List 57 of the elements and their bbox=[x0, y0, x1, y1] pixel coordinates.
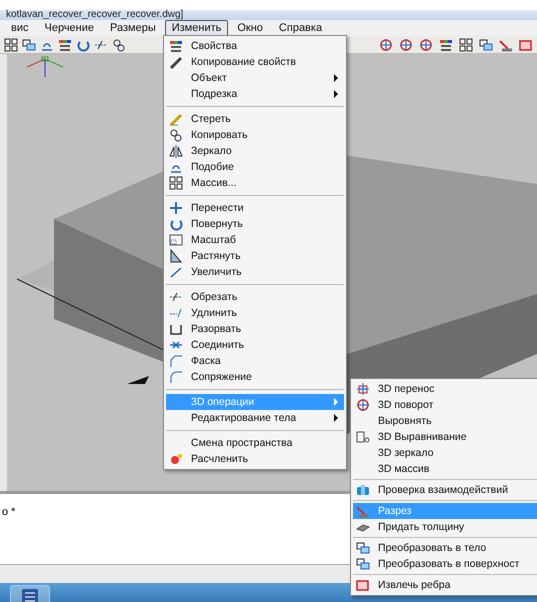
line-icon bbox=[169, 265, 183, 279]
menu-item[interactable]: Зеркало bbox=[166, 143, 344, 159]
trim-icon bbox=[169, 290, 183, 304]
command-line-text: о * bbox=[1, 505, 16, 520]
menu-item[interactable]: 3D зеркало bbox=[353, 445, 537, 461]
grid-icon bbox=[169, 176, 183, 190]
menu-item[interactable]: Придать толщину bbox=[353, 519, 537, 535]
menu-bar-item[interactable]: Окно bbox=[230, 20, 270, 36]
window-title: kotlavan_recover_recover_recover.dwg] bbox=[0, 10, 537, 20]
chamfer-icon bbox=[169, 354, 183, 368]
menu-item[interactable]: Фаска bbox=[166, 353, 344, 369]
menu-item[interactable]: Проверка взаимодействий bbox=[353, 482, 537, 498]
menu-item[interactable]: Подрезка bbox=[166, 86, 344, 102]
menu-bar-item[interactable]: Размеры bbox=[103, 20, 163, 36]
menu-item[interactable]: Подобие bbox=[166, 159, 344, 175]
menu-item[interactable]: Соединить bbox=[166, 337, 344, 353]
copy-icon bbox=[169, 128, 183, 142]
menu-item[interactable]: Копирование свойств bbox=[166, 54, 344, 70]
taskbar-word-button[interactable] bbox=[10, 584, 50, 602]
eraser-icon bbox=[169, 112, 183, 126]
menu-item[interactable]: Стереть bbox=[166, 111, 344, 127]
copy-icon bbox=[112, 38, 126, 52]
menu-item[interactable]: Сопряжение bbox=[166, 369, 344, 385]
menu-bar-item[interactable]: вис bbox=[4, 20, 36, 36]
menu-item[interactable]: Редактирование тела bbox=[166, 410, 344, 426]
menu-item[interactable]: Обрезать bbox=[166, 289, 344, 305]
menu-item[interactable]: 3D массив bbox=[353, 461, 537, 477]
menu-item[interactable]: 3D перенос bbox=[353, 381, 537, 397]
grid-icon bbox=[459, 38, 473, 52]
menu-item[interactable]: Увеличить bbox=[166, 264, 344, 280]
menu-bar-item[interactable]: Справка bbox=[272, 20, 330, 36]
menu-item[interactable]: Масштаб bbox=[166, 232, 344, 248]
menu-item[interactable]: Удлинить bbox=[166, 305, 344, 321]
menu-item[interactable]: Разорвать bbox=[166, 321, 344, 337]
menu-item[interactable]: Преобразовать в поверхност bbox=[353, 556, 537, 572]
menu-item[interactable]: Преобразовать в тело bbox=[353, 540, 537, 556]
mirror-icon bbox=[169, 144, 183, 158]
menu-item[interactable]: Объект bbox=[166, 70, 344, 86]
menu-item[interactable]: 3D Выравнивание bbox=[353, 429, 537, 445]
ucs-axes-icon bbox=[26, 56, 64, 78]
menu-item[interactable]: Извлечь ребра bbox=[353, 577, 537, 593]
brush-icon bbox=[169, 55, 183, 69]
fillet-icon bbox=[169, 370, 183, 384]
menu-item[interactable]: Смена пространства bbox=[166, 435, 344, 451]
document-icon bbox=[21, 588, 39, 602]
menu-bar-item[interactable]: Черчение bbox=[38, 20, 102, 36]
move-icon bbox=[169, 201, 183, 215]
menu-item[interactable]: Массив... bbox=[166, 175, 344, 191]
menu-item[interactable]: 3D поворот bbox=[353, 397, 537, 413]
menu-item[interactable]: Перенести bbox=[166, 200, 344, 216]
menu-item[interactable]: Копировать bbox=[166, 127, 344, 143]
grid-icon bbox=[4, 38, 18, 52]
menu-bar-item[interactable]: Изменить bbox=[164, 20, 228, 36]
menu-item[interactable]: Выровнять bbox=[353, 413, 537, 429]
menu-item[interactable]: Растянуть bbox=[166, 248, 344, 264]
menu-item[interactable]: Расчленить bbox=[166, 451, 344, 467]
menu-item[interactable]: Повернуть bbox=[166, 216, 344, 232]
